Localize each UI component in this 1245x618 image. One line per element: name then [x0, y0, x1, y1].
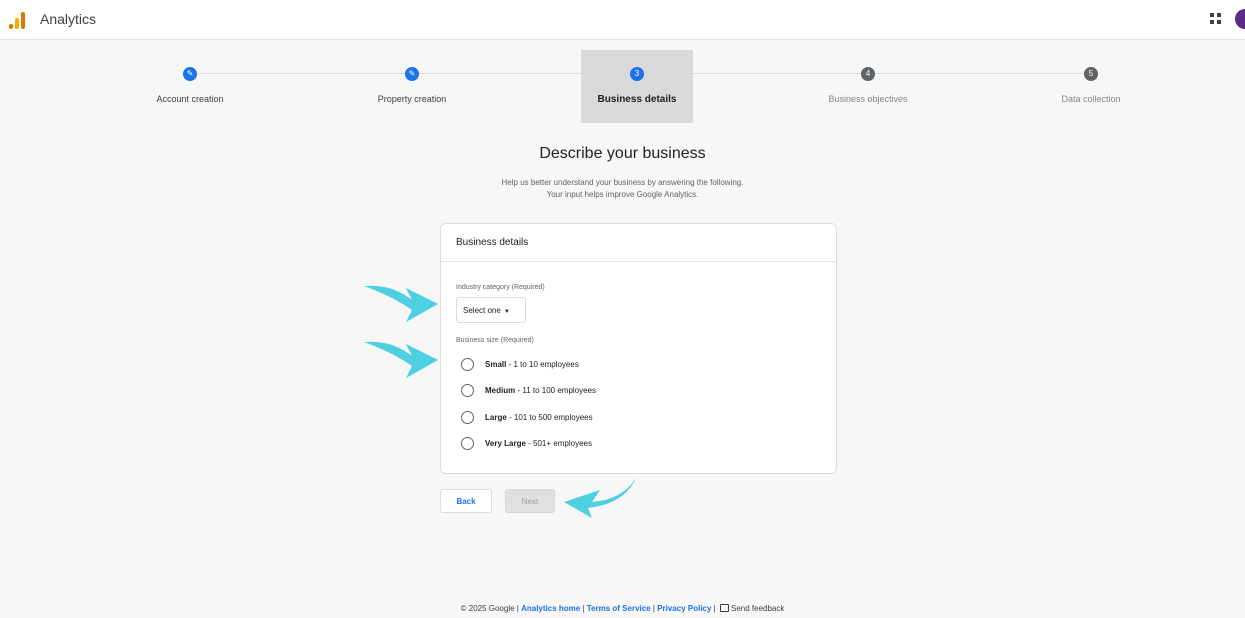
industry-category-label: Industry category (Required) [456, 284, 545, 291]
step-label: Account creation [156, 94, 224, 104]
top-bar: Analytics [0, 0, 1245, 40]
card-divider [441, 261, 836, 262]
terms-of-service-link[interactable]: Terms of Service [587, 604, 651, 613]
send-feedback-link[interactable]: Send feedback [731, 604, 784, 613]
annotation-arrow-icon [364, 285, 438, 322]
feedback-icon [719, 604, 729, 612]
step-property-creation[interactable]: ✎ Property creation [356, 50, 468, 123]
annotation-arrow-icon [564, 478, 636, 518]
step-number-badge: 4 [861, 67, 875, 81]
avatar[interactable] [1235, 9, 1245, 29]
step-number-badge: 5 [1084, 67, 1098, 81]
edit-icon: ✎ [183, 67, 197, 81]
radio-label: Very Large - 501+ employees [485, 439, 592, 448]
caret-down-icon: ▼ [503, 309, 510, 315]
back-button[interactable]: Back [440, 489, 492, 513]
step-business-objectives: 4 Business objectives [812, 50, 924, 123]
select-value: Select one [463, 306, 501, 315]
page-subtitle-line-1: Help us better understand your business … [501, 178, 744, 187]
business-details-card: Business details Industry category (Requ… [440, 223, 837, 474]
radio-button[interactable] [461, 384, 474, 397]
radio-label: Large - 101 to 500 employees [485, 413, 593, 422]
copyright-text: © 2025 Google [460, 604, 515, 613]
step-business-details[interactable]: 3 Business details [581, 50, 693, 123]
next-button[interactable]: Next [505, 489, 555, 513]
step-label: Property creation [377, 94, 447, 104]
card-title: Business details [456, 237, 529, 248]
step-label: Data collection [1061, 94, 1121, 104]
step-label: Business details [597, 94, 677, 105]
analytics-home-link[interactable]: Analytics home [521, 604, 580, 613]
apps-grid-icon[interactable] [1210, 13, 1222, 25]
step-label: Business objectives [828, 94, 908, 104]
page-subtitle-line-2: Your input helps improve Google Analytic… [546, 190, 699, 199]
privacy-policy-link[interactable]: Privacy Policy [657, 604, 711, 613]
app-title[interactable]: Analytics [40, 11, 96, 27]
annotation-arrow-icon [364, 341, 438, 378]
business-size-label: Business size (Required) [456, 337, 534, 344]
radio-label: Small - 1 to 10 employees [485, 360, 579, 369]
step-data-collection: 5 Data collection [1035, 50, 1147, 123]
radio-button[interactable] [461, 437, 474, 450]
step-number-badge: 3 [630, 67, 644, 81]
setup-stepper: ✎ Account creation ✎ Property creation 3… [0, 50, 1245, 125]
edit-icon: ✎ [405, 67, 419, 81]
industry-category-select[interactable]: Select one ▼ [456, 297, 526, 323]
page-title: Describe your business [539, 145, 706, 162]
step-account-creation[interactable]: ✎ Account creation [134, 50, 246, 123]
radio-button[interactable] [461, 411, 474, 424]
radio-button[interactable] [461, 358, 474, 371]
analytics-logo-icon[interactable] [9, 11, 27, 29]
radio-label: Medium - 11 to 100 employees [485, 386, 597, 395]
footer: © 2025 Google | Analytics home | Terms o… [460, 604, 785, 613]
